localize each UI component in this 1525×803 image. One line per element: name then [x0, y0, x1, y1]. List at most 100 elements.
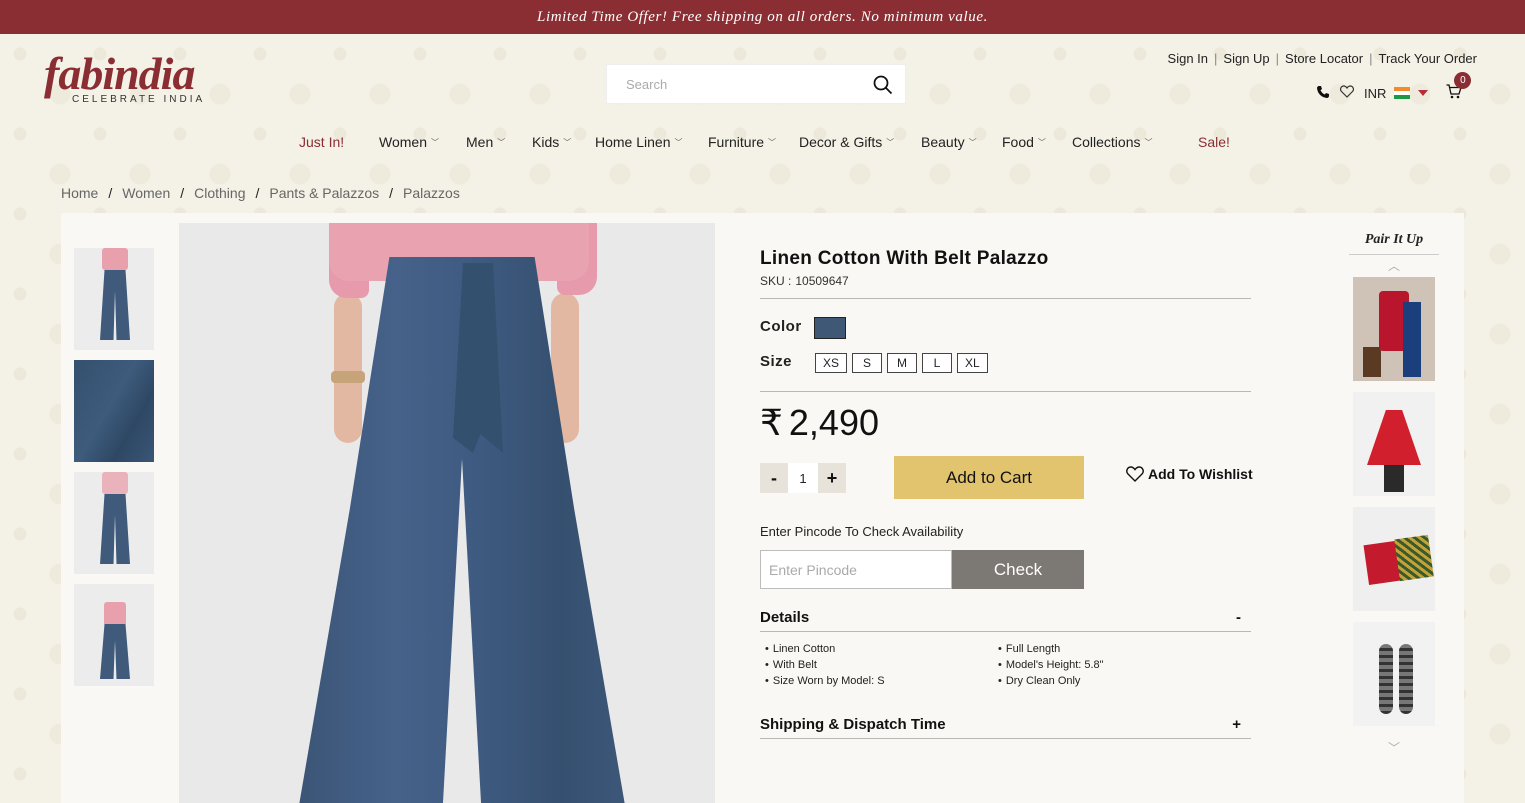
detail-text: Size Worn by Model: S: [772, 675, 885, 687]
thumbnail-back[interactable]: [74, 472, 154, 574]
search-input[interactable]: [607, 76, 863, 92]
nav-label: Women: [379, 134, 427, 150]
detail-item: • Model's Height: 5.8": [998, 659, 1104, 671]
nav-women[interactable]: Women ﹀: [379, 134, 439, 150]
currency-selector[interactable]: INR: [1364, 85, 1429, 101]
chevron-down-icon: ﹀: [768, 137, 777, 147]
header-links: Sign In | Sign Up | Store Locator | Trac…: [1168, 51, 1477, 66]
nav-decor-gifts[interactable]: Decor & Gifts ﹀: [799, 134, 894, 150]
sign-up-link[interactable]: Sign Up: [1223, 51, 1269, 66]
add-to-wishlist-button[interactable]: Add To Wishlist: [1126, 466, 1253, 482]
nav-home-linen[interactable]: Home Linen ﹀: [595, 134, 683, 150]
currency-label: INR: [1364, 85, 1387, 101]
chevron-up-icon[interactable]: ︿: [1349, 255, 1439, 277]
chevron-down-icon[interactable]: ﹀: [1349, 737, 1439, 759]
pair-product-dupatta[interactable]: [1353, 392, 1435, 496]
nav-beauty[interactable]: Beauty ﹀: [921, 134, 977, 150]
nav-collections[interactable]: Collections ﹀: [1072, 134, 1152, 150]
sign-in-link[interactable]: Sign In: [1168, 51, 1208, 66]
price-value: 2,490: [788, 402, 879, 443]
shipping-header[interactable]: Shipping & Dispatch Time +: [760, 716, 1251, 733]
cart-button[interactable]: 0: [1446, 72, 1472, 102]
track-order-link[interactable]: Track Your Order: [1378, 51, 1477, 66]
logo-tagline: CELEBRATE INDIA: [72, 94, 206, 105]
add-to-cart-button[interactable]: Add to Cart: [894, 456, 1084, 499]
separator: |: [1369, 51, 1373, 66]
product-title: Linen Cotton With Belt Palazzo: [760, 248, 1049, 269]
detail-text: Dry Clean Only: [1005, 675, 1081, 687]
logo-wordmark: fabindia: [44, 48, 195, 99]
nav-label: Food: [1002, 134, 1034, 150]
thumbnail-fabric[interactable]: [74, 360, 154, 462]
product-price: ₹ 2,490: [760, 402, 879, 444]
color-label: Color: [760, 318, 802, 335]
nav-label: Kids: [532, 134, 560, 150]
nav-sale[interactable]: Sale!: [1198, 134, 1230, 150]
size-l[interactable]: L: [922, 353, 953, 373]
breadcrumb-palazzos[interactable]: Palazzos: [403, 185, 460, 201]
breadcrumb-clothing[interactable]: Clothing: [194, 185, 245, 201]
header-tools: INR 0: [1316, 72, 1472, 102]
pair-product-kurta[interactable]: [1353, 277, 1435, 381]
heart-icon[interactable]: [1340, 85, 1354, 101]
store-locator-link[interactable]: Store Locator: [1285, 51, 1363, 66]
detail-text: Full Length: [1005, 643, 1061, 655]
qty-increase-button[interactable]: +: [818, 463, 846, 493]
nav-label: Furniture: [708, 134, 765, 150]
breadcrumb-separator: /: [180, 185, 185, 201]
phone-icon[interactable]: [1316, 85, 1330, 102]
nav-label: Home Linen: [595, 134, 671, 150]
breadcrumb-women[interactable]: Women: [122, 185, 170, 201]
chevron-down-icon: ﹀: [968, 137, 977, 147]
size-s[interactable]: S: [852, 353, 883, 373]
wishlist-label: Add To Wishlist: [1148, 466, 1253, 482]
size-label: Size: [760, 353, 793, 370]
pincode-input[interactable]: [760, 550, 952, 589]
details-label: Details: [760, 609, 810, 626]
size-xl[interactable]: XL: [957, 353, 988, 373]
chevron-down-icon: ﹀: [1144, 137, 1153, 147]
size-m[interactable]: M: [887, 353, 918, 373]
pair-product-clutch[interactable]: [1353, 507, 1435, 611]
collapse-toggle[interactable]: -: [1236, 609, 1241, 626]
breadcrumb-pants-palazzos[interactable]: Pants & Palazzos: [269, 185, 379, 201]
detail-item: • Size Worn by Model: S: [765, 675, 885, 687]
details-list: • Linen Cotton • Full Length • With Belt • M…: [765, 643, 1245, 687]
detail-item: • With Belt: [765, 659, 817, 671]
qty-decrease-button[interactable]: -: [760, 463, 788, 493]
chevron-down-icon: ﹀: [563, 137, 572, 147]
detail-item: • Full Length: [998, 643, 1061, 655]
main-product-image[interactable]: [179, 223, 715, 803]
nav-furniture[interactable]: Furniture ﹀: [708, 134, 776, 150]
breadcrumb: Home / Women / Clothing / Pants & Palazz…: [61, 185, 460, 201]
nav-men[interactable]: Men ﹀: [466, 134, 505, 150]
size-options: XS S M L XL: [815, 353, 988, 373]
search-icon[interactable]: [873, 75, 893, 100]
nav-food[interactable]: Food ﹀: [1002, 134, 1046, 150]
expand-toggle[interactable]: +: [1232, 716, 1241, 733]
chevron-down-icon: ﹀: [1037, 137, 1046, 147]
nav-just-in[interactable]: Just In!: [299, 134, 344, 150]
detail-text: With Belt: [772, 659, 817, 671]
detail-text: Model's Height: 5.8": [1005, 659, 1104, 671]
pair-product-earrings[interactable]: [1353, 622, 1435, 726]
promo-banner: Limited Time Offer! Free shipping on all…: [0, 0, 1525, 34]
breadcrumb-separator: /: [389, 185, 394, 201]
divider: [760, 391, 1251, 392]
qty-value[interactable]: 1: [788, 463, 818, 493]
nav-label: Decor & Gifts: [799, 134, 883, 150]
color-swatch[interactable]: [814, 317, 846, 339]
chevron-down-icon: ﹀: [674, 137, 683, 147]
pincode-label: Enter Pincode To Check Availability: [760, 524, 964, 539]
detail-item: • Linen Cotton: [765, 643, 836, 655]
divider: [760, 738, 1251, 739]
thumbnail-front[interactable]: [74, 248, 154, 350]
divider: [760, 631, 1251, 632]
details-header[interactable]: Details -: [760, 609, 1251, 626]
size-xs[interactable]: XS: [815, 353, 848, 373]
check-pincode-button[interactable]: Check: [952, 550, 1084, 589]
breadcrumb-home[interactable]: Home: [61, 185, 98, 201]
nav-kids[interactable]: Kids ﹀: [532, 134, 571, 150]
logo[interactable]: fabindia CELEBRATE INDIA: [44, 48, 206, 106]
thumbnail-full[interactable]: [74, 584, 154, 686]
